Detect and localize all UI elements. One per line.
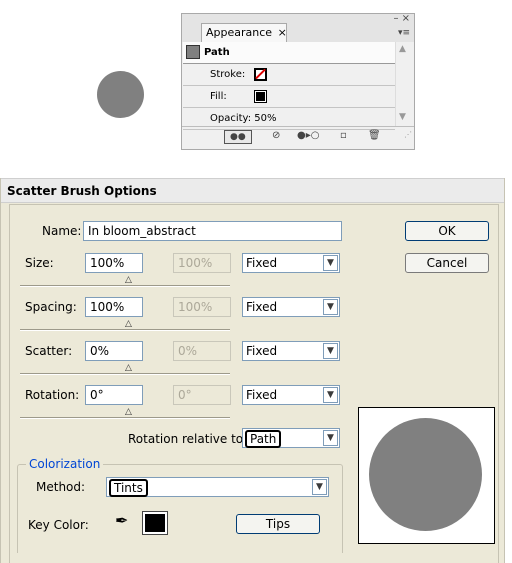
rotation-label: Rotation: <box>25 388 80 402</box>
size-slider-thumb-icon[interactable]: △ <box>125 276 132 285</box>
fill-black-swatch-icon[interactable] <box>254 90 267 103</box>
spacing-mode-select[interactable]: Fixed ▼ <box>242 297 340 317</box>
duplicate-item-icon[interactable]: ▫ <box>340 130 347 141</box>
size-label: Size: <box>25 256 54 270</box>
method-label: Method: <box>36 480 86 494</box>
brush-preview <box>358 407 495 544</box>
scatter-mode-value: Fixed <box>246 344 278 358</box>
spacing-max-input: 100% <box>173 297 231 317</box>
scatter-slider-thumb-icon[interactable]: △ <box>125 364 132 373</box>
rotation-input[interactable]: 0° <box>85 385 143 405</box>
rotation-mode-value: Fixed <box>246 388 278 402</box>
panel-scrollbar[interactable]: ▲ ▼ <box>395 42 412 126</box>
panel-tab-bar: Appearance × – × ▾≡ <box>182 14 414 42</box>
path-thumbnail-icon <box>186 45 200 59</box>
delete-item-icon[interactable]: 🗑 <box>368 130 381 141</box>
tab-close-icon[interactable]: × <box>278 26 287 39</box>
chevron-down-icon[interactable]: ▼ <box>323 430 338 446</box>
size-mode-select[interactable]: Fixed ▼ <box>242 253 340 273</box>
preview-circle <box>369 418 482 531</box>
method-select[interactable]: Tints ▼ <box>106 477 329 497</box>
spacing-input[interactable]: 100% <box>85 297 143 317</box>
dialog-title: Scatter Brush Options <box>1 178 504 203</box>
rotation-relative-label: Rotation relative to: <box>128 432 248 446</box>
panel-window-controls[interactable]: – × <box>393 14 410 24</box>
appearance-object-row[interactable]: Path <box>183 42 395 64</box>
tab-appearance[interactable]: Appearance × <box>201 23 287 42</box>
size-slider-track[interactable] <box>20 285 230 287</box>
appearance-rows: Path Stroke: Fill: Opacity: 50% <box>183 42 395 130</box>
rotation-slider-thumb-icon[interactable]: △ <box>125 408 132 417</box>
stroke-row[interactable]: Stroke: <box>183 64 395 86</box>
chevron-down-icon[interactable]: ▼ <box>323 343 338 359</box>
clear-appearance-icon[interactable]: ⊘ <box>272 130 280 141</box>
stroke-label: Stroke: <box>210 69 246 80</box>
panel-menu-icon[interactable]: ▾≡ <box>398 28 410 38</box>
spacing-label: Spacing: <box>25 300 77 314</box>
eyedropper-icon[interactable]: ✒ <box>115 513 128 529</box>
rotation-slider-track[interactable] <box>20 417 230 419</box>
tips-button[interactable]: Tips <box>236 514 320 534</box>
scroll-down-icon[interactable]: ▼ <box>399 112 406 122</box>
name-input[interactable]: In bloom_abstract <box>83 221 342 241</box>
key-color-label: Key Color: <box>28 518 89 532</box>
ok-button[interactable]: OK <box>405 221 489 241</box>
method-value: Tints <box>109 479 148 497</box>
spacing-slider-thumb-icon[interactable]: △ <box>125 320 132 329</box>
key-color-swatch[interactable] <box>142 511 168 535</box>
fill-label: Fill: <box>210 91 227 102</box>
panel-footer: ●● ⊘ ●▸○ ▫ 🗑 ⋰ <box>182 126 414 149</box>
rotation-relative-select[interactable]: Path ▼ <box>242 428 340 448</box>
object-label: Path <box>204 47 230 58</box>
stroke-none-swatch-icon[interactable] <box>254 68 267 81</box>
scroll-up-icon[interactable]: ▲ <box>399 44 406 54</box>
size-max-input: 100% <box>173 253 231 273</box>
rotation-relative-value: Path <box>245 430 282 448</box>
scatter-label: Scatter: <box>25 344 73 358</box>
scatter-max-input: 0% <box>173 341 231 361</box>
rotation-max-input: 0° <box>173 385 231 405</box>
reduce-to-basic-appearance-icon[interactable]: ●▸○ <box>297 130 319 141</box>
chevron-down-icon[interactable]: ▼ <box>323 299 338 315</box>
fill-row[interactable]: Fill: <box>183 86 395 108</box>
appearance-panel: Appearance × – × ▾≡ Path Stroke: Fill: O… <box>181 13 415 150</box>
canvas-gray-circle <box>97 71 144 118</box>
size-mode-value: Fixed <box>246 256 278 270</box>
scatter-input[interactable]: 0% <box>85 341 143 361</box>
tab-appearance-label: Appearance <box>206 26 273 39</box>
name-label: Name: <box>42 224 82 238</box>
chevron-down-icon[interactable]: ▼ <box>312 479 327 495</box>
spacing-mode-value: Fixed <box>246 300 278 314</box>
rotation-mode-select[interactable]: Fixed ▼ <box>242 385 340 405</box>
chevron-down-icon[interactable]: ▼ <box>323 255 338 271</box>
scatter-mode-select[interactable]: Fixed ▼ <box>242 341 340 361</box>
chevron-down-icon[interactable]: ▼ <box>323 387 338 403</box>
scatter-slider-track[interactable] <box>20 373 230 375</box>
spacing-slider-track[interactable] <box>20 329 230 331</box>
colorization-legend: Colorization <box>26 457 104 471</box>
resize-grip-icon[interactable]: ⋰ <box>404 130 412 148</box>
cancel-button[interactable]: Cancel <box>405 253 489 273</box>
size-input[interactable]: 100% <box>85 253 143 273</box>
new-art-maintains-appearance-icon[interactable]: ●● <box>224 130 252 144</box>
